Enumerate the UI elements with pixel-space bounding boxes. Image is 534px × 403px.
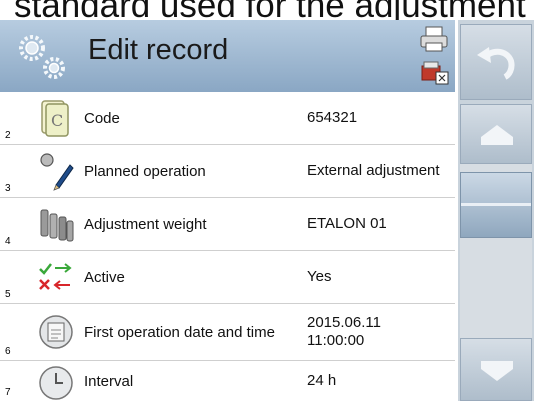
printer-icon[interactable] [418,24,450,54]
scroll-sidebar [458,20,534,401]
field-label: First operation date and time [84,323,275,341]
row-number: 3 [5,183,11,194]
code-icon: C [41,100,69,137]
scrollbar-thumb[interactable] [460,172,532,238]
thumb-grip [461,203,531,206]
field-label: Code [84,109,120,127]
row-number: 6 [5,346,11,357]
field-row-code[interactable]: 2 C Code 654321 [0,92,455,145]
field-row-planned-operation[interactable]: 3 Planned operation External adjustment [0,145,455,198]
back-button[interactable] [460,24,532,100]
field-value: ETALON 01 [307,215,387,232]
export-data-icon[interactable] [418,58,450,88]
field-label: Active [84,268,125,286]
field-row-active[interactable]: 5 Active Yes [0,251,455,304]
field-label: Adjustment weight [84,215,207,233]
svg-text:C: C [51,111,63,130]
undo-arrow-icon [477,47,515,80]
record-fields-list: 2 C Code 654321 3 Planned operation Exte… [0,92,455,401]
field-value: Yes [307,268,332,285]
clock-icon [39,366,73,400]
active-toggle-icon [39,263,72,290]
scroll-up-button[interactable] [460,104,532,164]
arrow-down-icon [481,361,513,381]
field-value: External adjustment [307,162,440,179]
field-value: 24 h [307,372,337,389]
planned-operation-icon [40,153,74,191]
row-number: 2 [5,130,11,141]
window-header: Edit record [0,20,455,93]
row-number: 7 [5,387,11,398]
scroll-down-button[interactable] [460,338,532,401]
gears-logo-icon [19,35,65,79]
page-title: Edit record [88,34,229,66]
field-row-first-operation-date[interactable]: 6 First operation date and time 2015.06.… [0,304,455,361]
field-label: Planned operation [84,162,206,180]
field-value: 654321 [307,109,358,126]
field-label: Interval [84,372,134,390]
row-number: 5 [5,289,11,300]
arrow-up-icon [481,125,513,145]
weights-icon [40,209,74,242]
row-number: 4 [5,236,11,247]
field-row-interval[interactable]: 7 Interval 24 h [0,361,455,401]
calendar-icon [39,315,73,349]
field-row-adjustment-weight[interactable]: 4 Adjustment weight ETALON 01 [0,198,455,251]
field-value: 2015.06.11 11:00:00 [307,314,381,349]
